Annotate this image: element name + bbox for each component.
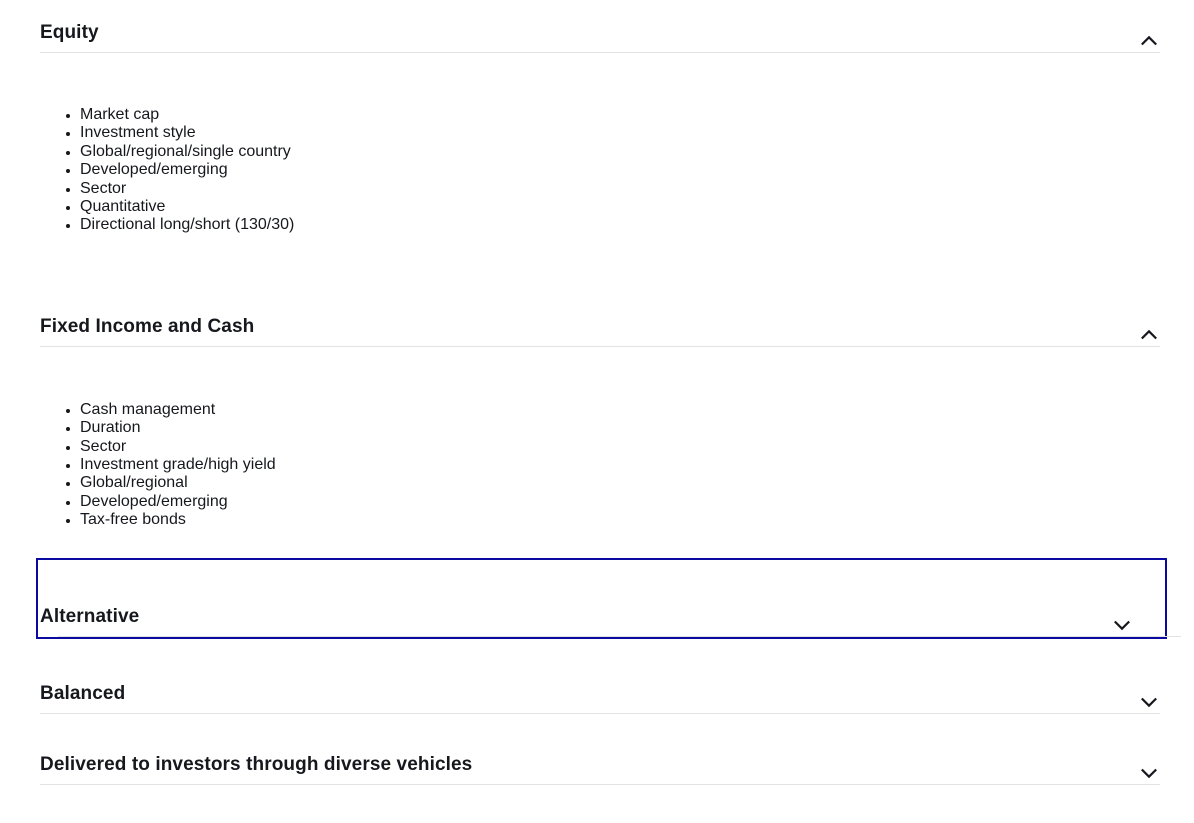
chevron-down-icon[interactable] [1138, 762, 1160, 784]
section-divider [40, 784, 1160, 785]
accordion-header-fixed-income-and-cash[interactable]: Fixed Income and Cash [0, 282, 1194, 346]
accordion-title-equity: Equity [40, 22, 99, 52]
list-item: Global/regional [40, 474, 1194, 492]
accordion-header-equity[interactable]: Equity [0, 0, 1194, 52]
list-item: Sector [40, 438, 1194, 456]
accordion-panel-equity: Market capInvestment styleGlobal/regiona… [0, 53, 1194, 282]
accordion-panel-fixed-income-and-cash: Cash managementDurationSectorInvestment … [0, 347, 1194, 558]
list-item: Developed/emerging [40, 493, 1194, 511]
list-item: Duration [40, 419, 1194, 437]
list-item: Directional long/short (130/30) [40, 216, 1194, 234]
accordion-title-alternative: Alternative [40, 606, 139, 636]
accordion-header-alternative[interactable]: Alternative [38, 560, 1165, 636]
list-item: Developed/emerging [40, 161, 1194, 179]
bullet-list-fixed-income-and-cash: Cash managementDurationSectorInvestment … [0, 347, 1194, 530]
list-item: Global/regional/single country [40, 143, 1194, 161]
chevron-down-icon[interactable] [1111, 614, 1133, 636]
chevron-up-icon[interactable] [1138, 30, 1160, 52]
chevron-down-icon[interactable] [1138, 691, 1160, 713]
list-item: Tax-free bonds [40, 511, 1194, 529]
accordion: EquityMarket capInvestment styleGlobal/r… [0, 0, 1194, 785]
accordion-section-fixed-income-and-cash: Fixed Income and CashCash managementDura… [0, 282, 1194, 558]
accordion-title-delivered-to-investors: Delivered to investors through diverse v… [40, 754, 472, 784]
accordion-title-fixed-income-and-cash: Fixed Income and Cash [40, 316, 254, 346]
accordion-section-balanced: Balanced [0, 639, 1194, 714]
list-item: Investment grade/high yield [40, 456, 1194, 474]
accordion-section-equity: EquityMarket capInvestment styleGlobal/r… [0, 0, 1194, 282]
panel-spacer [0, 235, 1194, 282]
accordion-title-balanced: Balanced [40, 683, 125, 713]
list-item: Market cap [40, 106, 1194, 124]
list-item: Quantitative [40, 198, 1194, 216]
list-item: Investment style [40, 124, 1194, 142]
accordion-header-balanced[interactable]: Balanced [0, 639, 1194, 713]
accordion-header-delivered-to-investors[interactable]: Delivered to investors through diverse v… [0, 714, 1194, 784]
panel-spacer [0, 530, 1194, 558]
accordion-section-alternative: Alternative [36, 558, 1167, 639]
chevron-up-icon[interactable] [1138, 324, 1160, 346]
list-item: Cash management [40, 401, 1194, 419]
bullet-list-equity: Market capInvestment styleGlobal/regiona… [0, 53, 1194, 235]
list-item: Sector [40, 180, 1194, 198]
accordion-section-delivered-to-investors: Delivered to investors through diverse v… [0, 714, 1194, 785]
section-divider [58, 636, 1181, 637]
